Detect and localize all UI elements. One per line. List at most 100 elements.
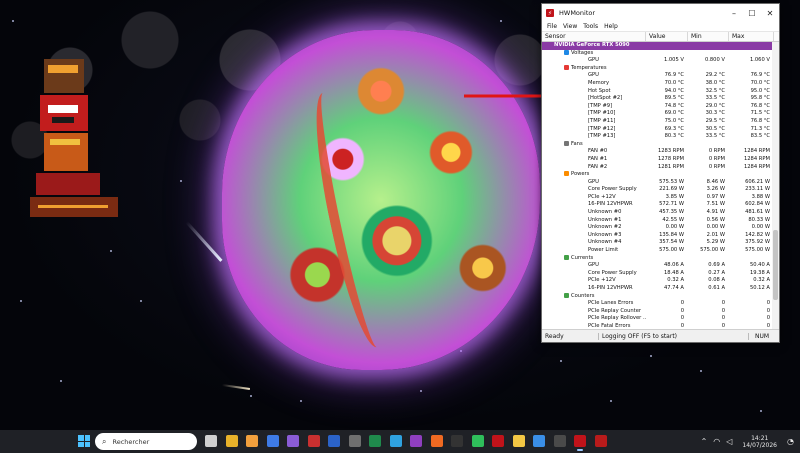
column-max[interactable]: Max — [729, 32, 774, 41]
device-row[interactable]: NVIDIA GeForce RTX 5090 — [542, 42, 779, 50]
sensor-row[interactable]: GPU 48.06 A 0.69 A 50.40 A — [542, 262, 779, 270]
sensor-max: 95.0 °C — [750, 87, 770, 94]
xampp-icon[interactable] — [430, 435, 443, 447]
volume-icon[interactable]: ◁ — [726, 437, 732, 446]
excel-icon[interactable] — [369, 435, 381, 447]
search-icon: ⌕ — [102, 436, 107, 446]
afterburner-icon[interactable] — [594, 435, 607, 447]
sensor-row[interactable]: GPU 76.9 °C 29.2 °C 76.9 °C — [542, 72, 779, 80]
sensor-row[interactable]: PCIe Replay Rollover ... 0 0 0 — [542, 315, 779, 323]
calculator-icon[interactable] — [348, 435, 361, 447]
column-value[interactable]: Value — [646, 32, 688, 41]
photos-icon[interactable] — [389, 435, 402, 447]
sensor-row[interactable]: [TMP #11] 75.0 °C 29.5 °C 76.8 °C — [542, 118, 779, 126]
sensor-value: 0.32 A — [667, 277, 684, 284]
snipping-icon[interactable] — [533, 435, 545, 447]
sensor-row[interactable]: GPU 575.53 W 8.46 W 606.21 W — [542, 179, 779, 187]
sensor-row[interactable]: Core Power Supply 221.69 W 3.26 W 233.11 W — [542, 186, 779, 194]
column-sensor[interactable]: Sensor — [542, 32, 646, 41]
sensor-row[interactable]: GPU 1.005 V 0.800 V 1.060 V — [542, 57, 779, 65]
sensor-value: 135.84 W — [659, 231, 684, 238]
sensor-row[interactable]: [TMP #13] 80.3 °C 33.5 °C 83.5 °C — [542, 133, 779, 141]
minimize-button[interactable]: – — [725, 4, 743, 22]
sensor-group-row[interactable]: Temperatures — [542, 64, 779, 73]
sensor-row[interactable]: FAN #2 1281 RPM 0 RPM 1284 RPM — [542, 164, 779, 172]
explorer-icon[interactable] — [512, 435, 525, 447]
menu-help[interactable]: Help — [601, 23, 621, 30]
whatsapp-icon[interactable] — [471, 435, 484, 447]
sensor-max: 481.61 W — [745, 209, 770, 216]
start-button[interactable] — [78, 435, 90, 447]
sensor-row[interactable]: 16-PIN 12VHPWR 572.71 W 7.51 W 602.84 W — [542, 201, 779, 209]
sensor-name: Voltages — [542, 49, 646, 58]
msi-dragon-icon[interactable] — [492, 435, 504, 447]
sensor-row[interactable]: [TMP #9] 74.8 °C 29.0 °C 76.8 °C — [542, 103, 779, 111]
sensor-name: Unknown #1 — [542, 217, 646, 225]
sensor-row[interactable]: Core Power Supply 18.48 A 0.27 A 19.38 A — [542, 270, 779, 278]
sensor-group-row[interactable]: Counters — [542, 292, 779, 301]
sensor-label: GPU — [588, 72, 599, 79]
sensor-max — [729, 171, 774, 179]
close-button[interactable]: ✕ — [761, 4, 779, 22]
taskview-icon[interactable] — [205, 435, 217, 447]
store-icon[interactable] — [266, 435, 279, 447]
vertical-scrollbar[interactable] — [772, 42, 779, 329]
sensor-row[interactable]: Unknown #2 0.00 W 0.00 W 0.00 W — [542, 224, 779, 232]
gallery-icon[interactable] — [246, 435, 258, 447]
sensor-value: 74.8 °C — [664, 102, 684, 109]
wifi-icon[interactable]: ◠ — [713, 437, 720, 446]
sensor-row[interactable]: PCIe Replay Counter 0 0 0 — [542, 308, 779, 316]
sensor-name: Unknown #0 — [542, 209, 646, 217]
sensor-row[interactable]: PCIe +12V 0.32 A 0.08 A 0.32 A — [542, 277, 779, 285]
sensor-row[interactable]: [TMP #12] 69.3 °C 30.5 °C 71.3 °C — [542, 126, 779, 134]
column-min[interactable]: Min — [688, 32, 729, 41]
sensor-row[interactable]: Hot Spot 94.0 °C 32.5 °C 95.0 °C — [542, 88, 779, 96]
chevron-up-icon[interactable]: ⌃ — [701, 437, 708, 446]
sensor-row[interactable]: Unknown #3 135.84 W 2.01 W 142.82 W — [542, 232, 779, 240]
clock[interactable]: 14:21 14/07/2026 — [742, 435, 777, 449]
menu-view[interactable]: View — [560, 23, 580, 30]
sensor-group-row[interactable]: Currents — [542, 254, 779, 263]
sensor-label: Powers — [571, 171, 590, 178]
sensor-row[interactable]: Unknown #4 357.54 W 5.29 W 375.92 W — [542, 239, 779, 247]
sensor-label: Voltages — [571, 49, 594, 56]
sensor-row[interactable]: Unknown #1 42.55 W 0.56 W 80.33 W — [542, 217, 779, 225]
title-bar[interactable]: ⚡ HWMonitor – ☐ ✕ — [542, 4, 779, 22]
sensor-row[interactable]: PCIe Lanes Errors 0 0 0 — [542, 300, 779, 308]
onenote-icon[interactable] — [410, 435, 422, 447]
word-icon[interactable] — [328, 435, 340, 447]
maximize-button[interactable]: ☐ — [743, 4, 761, 22]
taskbar-search[interactable]: ⌕ Rechercher — [95, 433, 197, 450]
sensor-tree[interactable]: NVIDIA GeForce RTX 5090 Voltages GPU 1.005 … — [542, 42, 779, 329]
sensor-max: 95.8 °C — [750, 95, 770, 102]
sensor-row[interactable]: [HotSpot #2] 89.5 °C 33.5 °C 95.8 °C — [542, 95, 779, 103]
sensor-row[interactable]: FAN #1 1278 RPM 0 RPM 1284 RPM — [542, 156, 779, 164]
sensor-max: 19.38 A — [749, 269, 770, 276]
scrollbar-thumb[interactable] — [773, 230, 778, 300]
sensor-row[interactable]: PCIe +12V 3.85 W 0.97 W 3.88 W — [542, 194, 779, 202]
sensor-value — [646, 50, 688, 58]
remote-desktop-icon[interactable] — [553, 435, 566, 447]
hwmonitor-taskbar-icon[interactable] — [574, 435, 586, 451]
sensor-row[interactable]: Power Limit 575.00 W 575.00 W 575.00 W — [542, 247, 779, 255]
sensor-row[interactable]: Unknown #0 457.35 W 4.91 W 481.61 W — [542, 209, 779, 217]
sensor-group-row[interactable]: Fans — [542, 140, 779, 149]
sensor-group-row[interactable]: Powers — [542, 171, 779, 179]
star — [650, 355, 652, 357]
terminal-icon[interactable] — [451, 435, 463, 447]
sensor-row[interactable]: Memory 70.0 °C 38.0 °C 70.0 °C — [542, 80, 779, 88]
sensor-name: FAN #0 — [542, 148, 646, 156]
sensor-min: 3.26 W — [706, 186, 725, 193]
sensor-group-row[interactable]: Voltages — [542, 49, 779, 58]
notification-bell-icon[interactable]: ◔ — [787, 437, 794, 446]
menu-file[interactable]: File — [544, 23, 560, 30]
sensor-row[interactable]: 16-PIN 12VHPWR 47.74 A 0.61 A 50.12 A — [542, 285, 779, 293]
filezilla-icon[interactable] — [307, 435, 320, 447]
sensor-row[interactable]: [TMP #10] 69.0 °C 30.3 °C 71.5 °C — [542, 110, 779, 118]
menu-tools[interactable]: Tools — [580, 23, 601, 30]
sensor-label: Fans — [571, 140, 583, 147]
sensor-row[interactable]: FAN #0 1283 RPM 0 RPM 1284 RPM — [542, 148, 779, 156]
hwmonitor-window[interactable]: ⚡ HWMonitor – ☐ ✕ File View Tools Help S… — [541, 3, 780, 343]
chrome-icon[interactable] — [225, 435, 238, 447]
visual-studio-icon[interactable] — [287, 435, 299, 447]
